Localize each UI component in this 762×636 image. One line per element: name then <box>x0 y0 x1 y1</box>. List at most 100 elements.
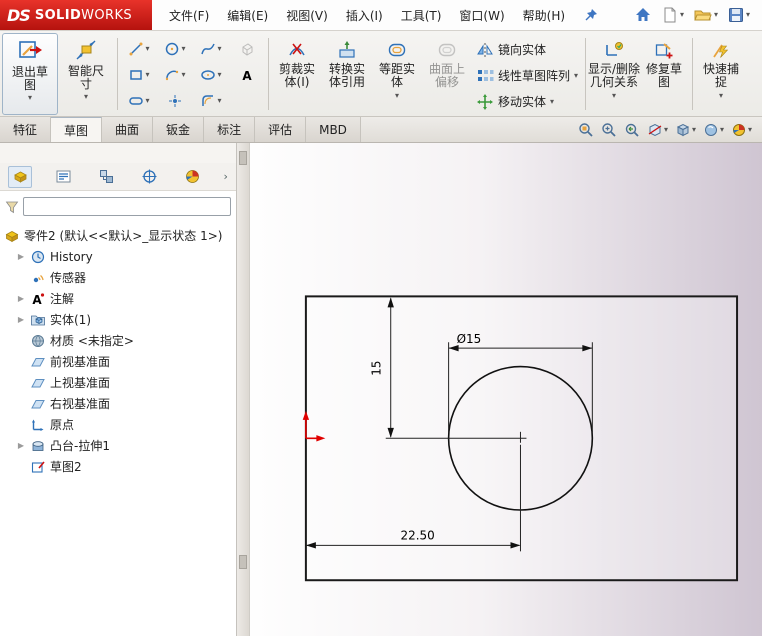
dimxpertmanager-tab[interactable] <box>137 166 161 188</box>
tree-item-right-plane[interactable]: 右视基准面 <box>0 393 236 414</box>
splitter-handle[interactable] <box>239 555 247 569</box>
slot-tool-button[interactable]: ▾ <box>121 88 157 114</box>
ellipse-tool-button[interactable]: ▾ <box>193 62 229 88</box>
tab-sheet-metal[interactable]: 钣金 <box>153 117 205 142</box>
line-dropdown-icon[interactable]: ▾ <box>145 45 149 53</box>
rectangle-dropdown-icon[interactable]: ▾ <box>145 71 149 79</box>
menu-view[interactable]: 视图(V) <box>277 3 337 28</box>
view-orientation-dropdown-icon[interactable]: ▾ <box>692 125 696 134</box>
appearance-button[interactable]: ▾ <box>731 122 752 138</box>
quick-snaps-dropdown-icon[interactable]: ▾ <box>719 92 723 100</box>
tab-markup[interactable]: 标注 <box>204 117 256 142</box>
tree-root-part[interactable]: 零件2 (默认<<默认>_显示状态 1>) <box>0 225 236 246</box>
display-style-button[interactable]: ▾ <box>703 122 724 138</box>
tree-item-boss-extrude1[interactable]: ▶ 凸台-拉伸1 <box>0 435 236 456</box>
repair-sketch-button[interactable]: 修复草图 <box>639 33 689 115</box>
move-entities-dropdown-icon[interactable]: ▾ <box>550 97 554 106</box>
view-orientation-button[interactable]: ▾ <box>675 122 696 138</box>
pin-menu-icon[interactable] <box>584 8 598 22</box>
tree-item-top-plane[interactable]: 上视基准面 <box>0 372 236 393</box>
rectangle-tool-button[interactable]: ▾ <box>121 62 157 88</box>
fillet-dropdown-icon[interactable]: ▾ <box>217 97 221 105</box>
quick-snaps-button[interactable]: 快速捕捉 ▾ <box>696 33 746 115</box>
smart-dimension-dropdown-icon[interactable]: ▾ <box>84 93 88 101</box>
display-style-dropdown-icon[interactable]: ▾ <box>720 125 724 134</box>
expand-icon[interactable]: ▶ <box>16 252 26 261</box>
tree-item-front-plane[interactable]: 前视基准面 <box>0 351 236 372</box>
panel-expand-chevron-icon[interactable]: › <box>224 170 228 183</box>
sketch-canvas[interactable]: Ø15 15 22.50 <box>250 143 762 636</box>
exit-sketch-dropdown-icon[interactable]: ▾ <box>28 94 32 102</box>
displaymanager-tab[interactable] <box>180 166 204 188</box>
featuremanager-tree-tab[interactable] <box>8 165 32 188</box>
tree-item-annotations[interactable]: ▶ A 注解 <box>0 288 236 309</box>
tab-features[interactable]: 特征 <box>0 117 52 142</box>
ellipse-dropdown-icon[interactable]: ▾ <box>217 71 221 79</box>
menu-help[interactable]: 帮助(H) <box>514 3 574 28</box>
exit-sketch-button[interactable]: 退出草图 ▾ <box>2 33 58 115</box>
display-relations-dropdown-icon[interactable]: ▾ <box>612 92 616 100</box>
zoom-fit-button[interactable] <box>578 122 594 138</box>
tree-filter-input[interactable] <box>23 197 231 216</box>
circle-tool-button[interactable]: ▾ <box>157 36 193 62</box>
point-tool-button[interactable] <box>157 88 193 114</box>
slot-dropdown-icon[interactable]: ▾ <box>145 97 149 105</box>
convert-entities-button[interactable]: 转换实体引用 <box>322 33 372 115</box>
tab-evaluate[interactable]: 评估 <box>255 117 307 142</box>
appearance-dropdown-icon[interactable]: ▾ <box>748 125 752 134</box>
horizontal-dimension-text[interactable]: 22.50 <box>401 528 435 542</box>
save-dropdown-icon[interactable]: ▾ <box>746 11 750 19</box>
tab-mbd[interactable]: MBD <box>306 117 361 142</box>
tree-item-sketch2[interactable]: 草图2 <box>0 456 236 477</box>
configurationmanager-tab[interactable] <box>94 166 118 188</box>
expand-icon[interactable]: ▶ <box>16 441 26 450</box>
previous-view-button[interactable] <box>624 122 640 138</box>
fillet-tool-button[interactable]: ▾ <box>193 88 229 114</box>
home-button[interactable] <box>630 4 656 26</box>
circle-dropdown-icon[interactable]: ▾ <box>181 45 185 53</box>
menu-insert[interactable]: 插入(I) <box>337 3 392 28</box>
line-tool-button[interactable]: ▾ <box>121 36 157 62</box>
propertymanager-tab[interactable] <box>51 166 75 188</box>
mirror-entities-button[interactable]: 镜向实体 <box>472 38 582 61</box>
menu-window[interactable]: 窗口(W) <box>450 3 513 28</box>
zoom-area-button[interactable] <box>601 122 617 138</box>
splitter-handle[interactable] <box>239 151 247 165</box>
section-view-dropdown-icon[interactable]: ▾ <box>664 125 668 134</box>
linear-pattern-dropdown-icon[interactable]: ▾ <box>574 71 578 80</box>
diameter-dimension-text[interactable]: Ø15 <box>457 332 482 346</box>
tree-item-solid-bodies[interactable]: ▶ 实体(1) <box>0 309 236 330</box>
text-tool-button[interactable]: A <box>229 62 265 88</box>
offset-entities-button[interactable]: 等距实体 ▾ <box>372 33 422 115</box>
menu-file[interactable]: 文件(F) <box>160 3 218 28</box>
expand-icon[interactable]: ▶ <box>16 294 26 303</box>
panel-splitter[interactable] <box>237 143 250 636</box>
smart-dimension-button[interactable]: 智能尺寸 ▾ <box>58 33 114 115</box>
move-entities-button[interactable]: 移动实体 ▾ <box>472 90 582 113</box>
section-view-button[interactable]: ▾ <box>647 122 668 138</box>
arc-dropdown-icon[interactable]: ▾ <box>181 71 185 79</box>
new-document-dropdown-icon[interactable]: ▾ <box>680 11 684 19</box>
offset-entities-dropdown-icon[interactable]: ▾ <box>395 92 399 100</box>
save-button[interactable]: ▾ <box>724 5 754 25</box>
tree-item-history[interactable]: ▶ History <box>0 246 236 267</box>
spline-tool-button[interactable]: ▾ <box>193 36 229 62</box>
menu-tools[interactable]: 工具(T) <box>392 3 451 28</box>
open-button[interactable]: ▾ <box>690 5 722 25</box>
tree-item-material[interactable]: 材质 <未指定> <box>0 330 236 351</box>
graphics-viewport[interactable]: Ø15 15 22.50 <box>250 143 762 636</box>
display-delete-relations-button[interactable]: 显示/删除几何关系 ▾ <box>588 33 640 115</box>
menu-edit[interactable]: 编辑(E) <box>218 3 277 28</box>
new-document-button[interactable]: ▾ <box>658 5 688 25</box>
vertical-dimension-text[interactable]: 15 <box>370 360 384 375</box>
arc-tool-button[interactable]: ▾ <box>157 62 193 88</box>
spline-dropdown-icon[interactable]: ▾ <box>217 45 221 53</box>
tree-item-origin[interactable]: 原点 <box>0 414 236 435</box>
open-dropdown-icon[interactable]: ▾ <box>714 11 718 19</box>
tab-surfaces[interactable]: 曲面 <box>102 117 154 142</box>
expand-icon[interactable]: ▶ <box>16 315 26 324</box>
trim-entities-button[interactable]: 剪裁实体(I) <box>272 33 322 115</box>
linear-sketch-pattern-button[interactable]: 线性草图阵列 ▾ <box>472 64 582 87</box>
tab-sketch[interactable]: 草图 <box>51 117 103 142</box>
tree-item-sensors[interactable]: 传感器 <box>0 267 236 288</box>
